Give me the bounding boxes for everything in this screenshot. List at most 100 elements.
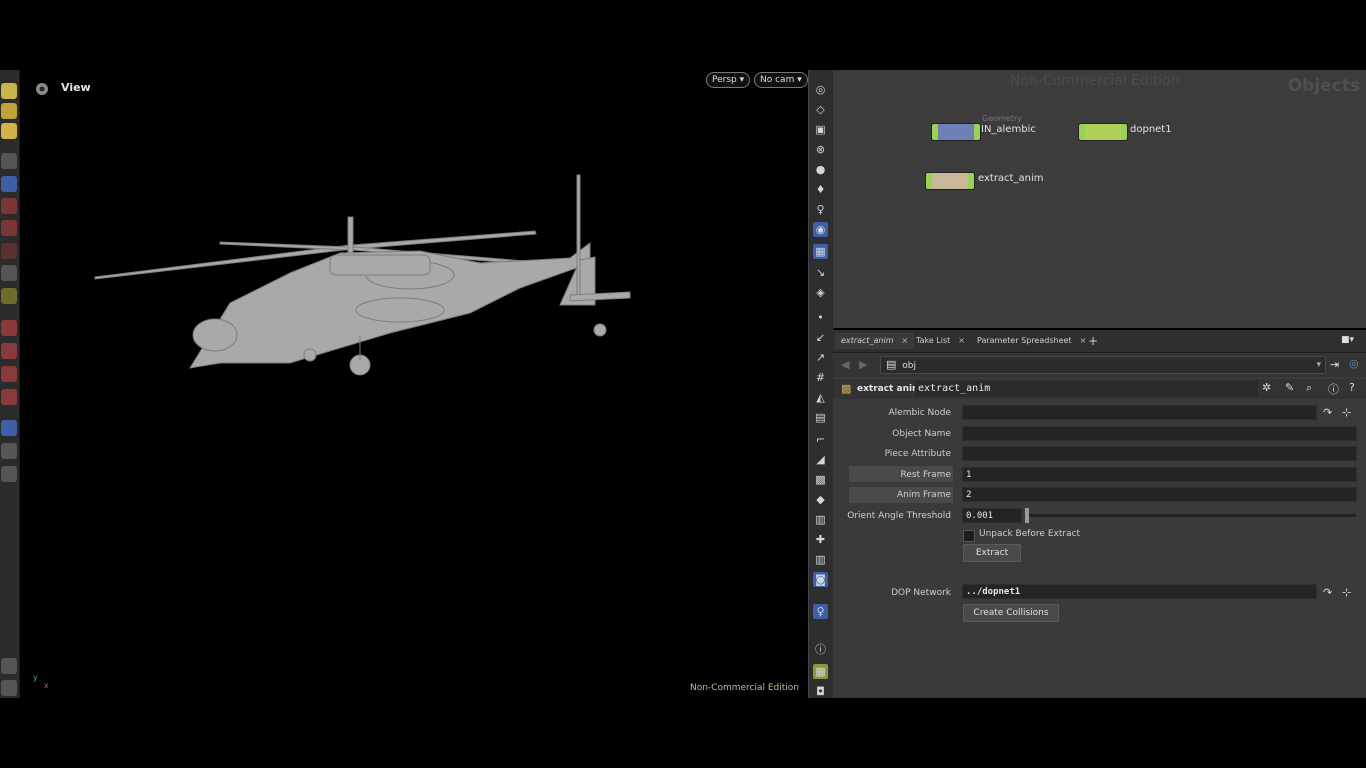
lock-camera-icon[interactable]: ▣ xyxy=(813,122,828,137)
dop-network-label: DOP Network xyxy=(891,588,951,598)
node-header: ▩ extract anim extract_anim ✲ ✎ ⌕ ⓘ ? xyxy=(833,379,1366,399)
snap-grid-icon[interactable] xyxy=(1,220,17,236)
capture-icon[interactable] xyxy=(1,466,17,482)
add-tab-button[interactable]: + xyxy=(1082,333,1104,349)
extract-button[interactable]: Extract xyxy=(963,544,1021,562)
rest-frame-field[interactable]: 1 xyxy=(962,467,1357,482)
tab-extract-anim[interactable]: extract_anim × xyxy=(835,333,915,349)
link-icon[interactable] xyxy=(1,389,17,405)
display-icon[interactable] xyxy=(1,320,17,336)
node-extract-anim[interactable] xyxy=(925,172,975,190)
forward-arrow-icon[interactable]: ▶ xyxy=(859,358,867,371)
wireframe-icon[interactable]: ◇ xyxy=(813,102,828,117)
shading-icon[interactable]: ● xyxy=(813,162,828,177)
chevron-down-icon[interactable]: ▾ xyxy=(1316,357,1321,373)
point-numbers-icon[interactable]: # xyxy=(813,370,828,385)
node-dopnet1[interactable] xyxy=(1078,123,1128,141)
piece-attribute-field[interactable] xyxy=(962,446,1357,461)
bounding-icon[interactable]: ⌐ xyxy=(813,432,828,447)
uv-icon[interactable]: ◢ xyxy=(813,452,828,467)
tab-extract-anim-label: extract_anim xyxy=(841,336,894,345)
prim-numbers-icon[interactable]: ▤ xyxy=(813,410,828,425)
jump-to-node-icon[interactable]: ↷ xyxy=(1323,406,1332,419)
edit-icon[interactable]: ✎ xyxy=(1285,381,1294,394)
info-icon[interactable]: ⓘ xyxy=(1328,381,1339,397)
close-icon[interactable]: × xyxy=(958,336,965,345)
dop-network-field[interactable]: ../dopnet1 xyxy=(962,584,1317,599)
select-tool-icon[interactable] xyxy=(1,83,17,99)
visibility-icon[interactable] xyxy=(1,366,17,382)
search-icon[interactable]: ⌕ xyxy=(1306,381,1312,395)
render-icon[interactable] xyxy=(1,443,17,459)
visualizer-icon[interactable]: ↘ xyxy=(813,265,828,280)
background-icon[interactable]: ▦ xyxy=(813,244,828,259)
gear-icon[interactable]: ✲ xyxy=(1262,381,1271,394)
normals-icon[interactable]: ↙ xyxy=(813,330,828,345)
node-name-field[interactable]: extract_anim xyxy=(915,381,1258,397)
left-shelf-toolbar xyxy=(0,70,20,698)
close-icon[interactable]: × xyxy=(902,336,909,345)
close-view-icon[interactable]: ⊗ xyxy=(813,142,828,157)
viewport-title: View xyxy=(61,81,91,94)
unpack-label: Unpack Before Extract xyxy=(979,529,1081,539)
pane-menu-icon[interactable]: ■▾ xyxy=(1341,335,1354,345)
create-collisions-button[interactable]: Create Collisions xyxy=(963,604,1059,622)
alembic-node-field[interactable] xyxy=(962,405,1317,420)
camera-menu-button[interactable]: No cam ▾ xyxy=(754,72,808,88)
construction-icon[interactable] xyxy=(1,288,17,304)
headlight-icon[interactable]: ◉ xyxy=(813,222,828,237)
camera-view-icon[interactable]: ◙ xyxy=(813,572,828,587)
point-display-icon[interactable]: • xyxy=(813,310,828,325)
orient-angle-slider-track[interactable] xyxy=(1026,514,1356,517)
piece-attribute-label: Piece Attribute xyxy=(884,449,951,459)
persp-menu-button[interactable]: Persp ▾ xyxy=(706,72,751,88)
pin-icon[interactable]: ♀ xyxy=(813,604,828,619)
vector-icon[interactable]: ↗ xyxy=(813,350,828,365)
orient-angle-slider-handle[interactable] xyxy=(1025,508,1029,523)
camera-link-icon[interactable] xyxy=(1,420,17,436)
tool-bottom-2-icon[interactable] xyxy=(1,680,17,696)
network-path-field[interactable]: ▤ obj ▾ xyxy=(880,356,1326,374)
back-arrow-icon[interactable]: ◀ xyxy=(841,358,849,371)
pointer-icon[interactable] xyxy=(1,153,17,169)
lock-icon[interactable] xyxy=(1,176,17,192)
node-chooser-icon[interactable]: ⊹ xyxy=(1342,406,1351,419)
help-icon[interactable]: ? xyxy=(1349,381,1355,394)
tab-parameter-spreadsheet[interactable]: Parameter Spreadsheet × xyxy=(971,333,1092,349)
jump-to-node-icon[interactable]: ↷ xyxy=(1323,586,1332,599)
ghost-icon[interactable] xyxy=(1,343,17,359)
render-view-icon[interactable]: ◈ xyxy=(813,285,828,300)
move-tool-icon[interactable] xyxy=(1,103,17,119)
orient-angle-threshold-field[interactable]: 0.001 xyxy=(962,508,1022,523)
prim-display-icon[interactable]: ◭ xyxy=(813,390,828,405)
object-name-field[interactable] xyxy=(962,426,1357,441)
layout-icon[interactable]: ▦ xyxy=(813,664,828,679)
template-icon[interactable]: ◆ xyxy=(813,492,828,507)
rest-frame-label: Rest Frame xyxy=(900,470,951,480)
node-in-alembic[interactable] xyxy=(931,123,981,141)
snap-icon[interactable] xyxy=(1,198,17,214)
node-chooser-icon[interactable]: ⊹ xyxy=(1342,586,1351,599)
film-icon[interactable]: ▥ xyxy=(813,512,828,527)
light-icon[interactable]: ♦ xyxy=(813,182,828,197)
unpack-checkbox[interactable] xyxy=(963,530,975,542)
display-options-icon[interactable]: ◎ xyxy=(813,82,828,97)
node-label-dopnet1: dopnet1 xyxy=(1130,124,1172,135)
screenshot-icon[interactable]: ◘ xyxy=(813,684,828,699)
snap-view-icon[interactable]: ✚ xyxy=(813,532,828,547)
magnet-icon[interactable] xyxy=(1,265,17,281)
lamp-icon[interactable]: ♀ xyxy=(813,202,828,217)
grid-display-icon[interactable]: ▥ xyxy=(813,552,828,567)
pin-pane-icon[interactable]: ⇥ xyxy=(1330,358,1339,371)
checker-icon[interactable]: ▩ xyxy=(813,472,828,487)
tab-take-list[interactable]: Take List × xyxy=(910,333,971,349)
scene-viewport[interactable]: View Persp ▾ No cam ▾ y x Non-Commercial… xyxy=(20,70,808,698)
tool-bottom-1-icon[interactable] xyxy=(1,658,17,674)
link-pane-icon[interactable]: ◎ xyxy=(1349,357,1359,370)
info-icon[interactable]: ⓘ xyxy=(813,642,828,657)
snap-point-icon[interactable] xyxy=(1,243,17,259)
axis-y-label: y xyxy=(33,673,38,682)
handle-tool-icon[interactable] xyxy=(1,123,17,139)
network-editor[interactable]: Non-Commercial Edition Objects Geometry … xyxy=(833,70,1366,328)
anim-frame-field[interactable]: 2 xyxy=(962,487,1357,502)
